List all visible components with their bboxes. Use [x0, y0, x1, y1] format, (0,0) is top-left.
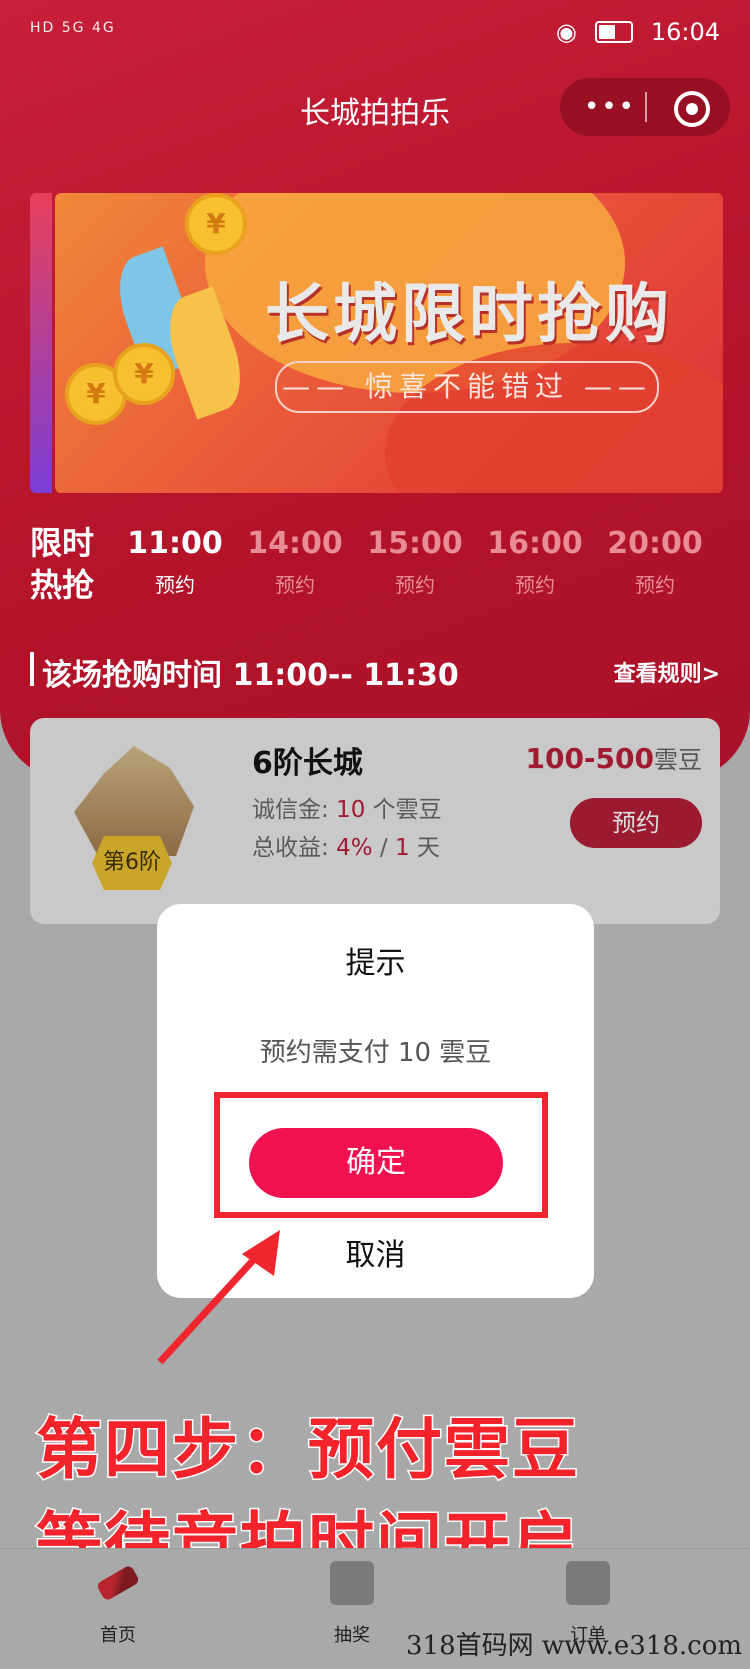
clock: 16:04: [650, 18, 720, 46]
product-name: 6阶长城: [252, 746, 363, 781]
coin-icon: ¥: [113, 343, 175, 405]
tab-home[interactable]: 首页: [58, 1561, 178, 1647]
close-target-button[interactable]: [674, 91, 710, 127]
more-menu-button[interactable]: •••: [584, 92, 636, 122]
dialog-message: 预约需支付 10 雲豆: [259, 1038, 492, 1068]
section-marker: [30, 652, 34, 686]
promo-banner[interactable]: ¥ ¥ ¥ 长城限时抢购 —— 惊喜不能错过 ——: [55, 193, 723, 493]
document-icon: [566, 1561, 610, 1605]
reserve-button[interactable]: 预约: [570, 798, 702, 848]
auction-hammer-icon: [95, 1564, 141, 1602]
banner-title: 长城限时抢购: [265, 278, 673, 352]
time-slot-tab[interactable]: 15:00 预约: [360, 526, 470, 598]
app-screen: HD 5G 4G ◉ 16:04 长城拍拍乐 ••• ¥ ¥ ¥ 长城限时抢购 …: [0, 0, 750, 1669]
time-slot-tab[interactable]: 16:00 预约: [480, 526, 590, 598]
highlight-box: [214, 1092, 548, 1218]
time-slot-tab[interactable]: 20:00 预约: [600, 526, 710, 598]
deposit-line: 诚信金: 10 个雲豆: [252, 797, 442, 823]
product-price: 100-500雲豆: [525, 742, 702, 775]
flash-sale-label: 限时热抢: [30, 524, 95, 604]
dialog-title: 提示: [345, 946, 406, 981]
mini-program-capsule: •••: [560, 78, 730, 136]
eye-icon: ◉: [555, 18, 577, 46]
capsule-divider: [645, 92, 647, 122]
status-bar: HD 5G 4G ◉ 16:04: [0, 0, 750, 66]
view-rules-link[interactable]: 查看规则>: [614, 656, 720, 688]
banner-prev-slide[interactable]: [30, 193, 52, 493]
time-slot-tab[interactable]: 14:00 预约: [240, 526, 350, 598]
watermark: 318首码网 www.e318.com: [406, 1631, 742, 1661]
session-time: 该场抢购时间 11:00-- 11:30: [42, 658, 459, 693]
product-card[interactable]: 第6阶 6阶长城 100-500雲豆 诚信金: 10 个雲豆 总收益: 4% /…: [30, 718, 720, 924]
yield-line: 总收益: 4% / 1 天: [252, 835, 440, 861]
pointer-arrow-icon: [157, 1230, 280, 1365]
banner-subtitle: —— 惊喜不能错过 ——: [275, 361, 659, 413]
tab-lottery[interactable]: 抽奖: [292, 1561, 412, 1647]
network-indicators: HD 5G 4G: [30, 20, 116, 36]
battery-icon: [594, 21, 633, 43]
gift-icon: [330, 1561, 374, 1605]
level-badge: 第6阶: [92, 836, 172, 890]
time-slot-tab[interactable]: 11:00 预约: [120, 526, 230, 598]
coin-icon: ¥: [185, 193, 247, 255]
annotation-step: 第四步：预付雲豆: [35, 1410, 580, 1490]
